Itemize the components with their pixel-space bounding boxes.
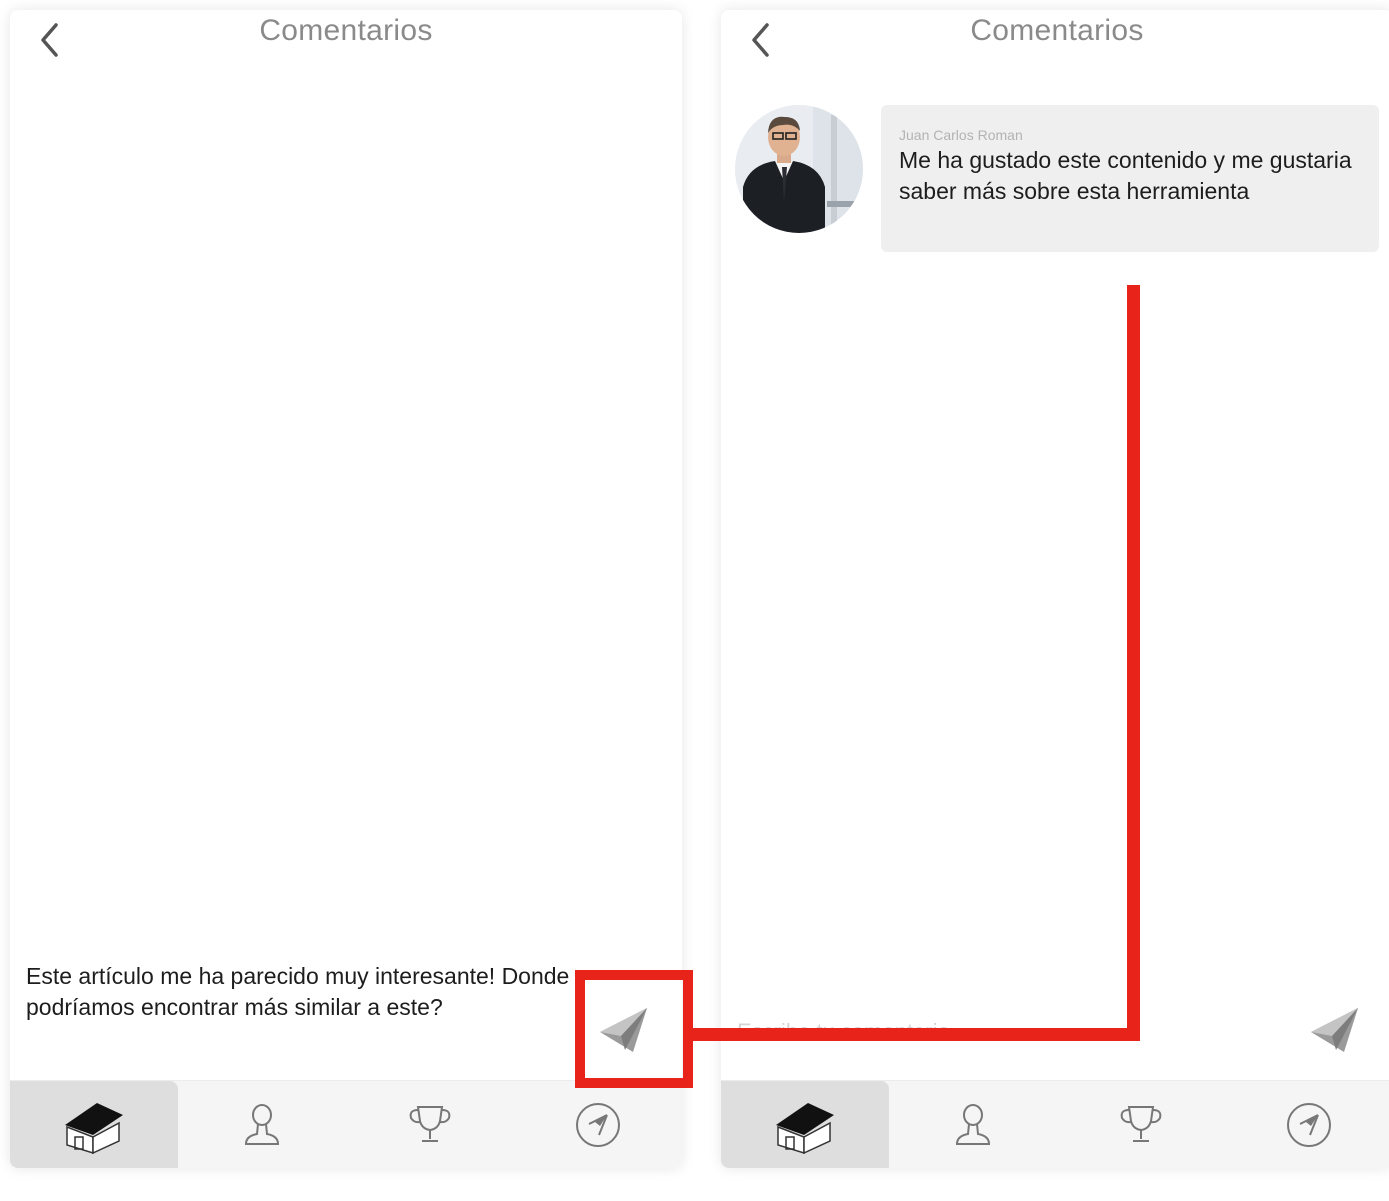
bottom-tab-bar [721, 1080, 1389, 1168]
comment-author: Juan Carlos Roman [899, 127, 1023, 143]
comments-screen-posted: Comentarios Juan Carlos Roman Me ha gust… [721, 10, 1389, 1168]
header: Comentarios [10, 10, 682, 70]
tab-explore[interactable] [514, 1081, 682, 1168]
send-button-highlight [575, 970, 693, 1088]
comment-text: Me ha gustado este contenido y me gustar… [899, 147, 1352, 204]
tab-home[interactable] [721, 1081, 889, 1168]
profile-icon [244, 1104, 280, 1145]
user-photo [735, 105, 863, 233]
comment-bubble: Juan Carlos Roman Me ha gustado este con… [881, 105, 1379, 252]
compass-icon [1287, 1103, 1331, 1147]
send-button[interactable] [1307, 1001, 1363, 1057]
comment-input[interactable]: Este artículo me ha parecido muy interes… [26, 961, 571, 1023]
annotation-connector-vertical [1127, 285, 1140, 1041]
tab-profile[interactable] [889, 1081, 1057, 1168]
page-title: Comentarios [259, 14, 433, 47]
tab-profile[interactable] [178, 1081, 346, 1168]
trophy-icon [1120, 1106, 1162, 1142]
tab-home[interactable] [10, 1081, 178, 1168]
avatar [735, 105, 863, 233]
annotation-connector-horizontal [691, 1028, 1140, 1041]
bottom-tab-bar [10, 1080, 682, 1168]
compass-icon [576, 1103, 620, 1147]
home-icon [776, 1103, 834, 1155]
page-title: Comentarios [970, 14, 1144, 47]
tab-explore[interactable] [1225, 1081, 1389, 1168]
paper-plane-icon [1311, 1008, 1358, 1052]
home-icon [65, 1103, 123, 1155]
trophy-icon [409, 1106, 451, 1142]
header: Comentarios [721, 10, 1389, 70]
tab-achievements[interactable] [346, 1081, 514, 1168]
comment-composer [721, 955, 1389, 1075]
profile-icon [955, 1104, 991, 1145]
tab-achievements[interactable] [1057, 1081, 1225, 1168]
